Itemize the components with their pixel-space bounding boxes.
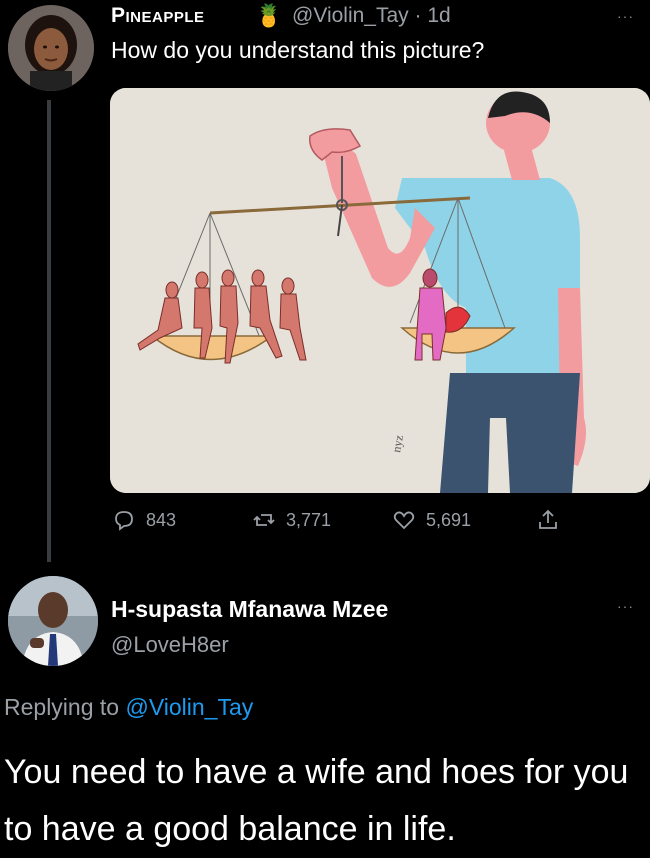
tweet-actions: 843 3,771 5,691 <box>110 508 610 540</box>
author-handle-time[interactable]: @Violin_Tay · 1d <box>292 4 451 28</box>
replying-to-label: Replying to <box>4 694 126 720</box>
pineapple-emoji-icon: 🍍 <box>255 3 283 28</box>
more-options-icon[interactable]: ··· <box>617 8 634 24</box>
like-count: 5,691 <box>426 509 472 530</box>
retweet-button[interactable]: 3,771 <box>252 508 331 532</box>
share-button[interactable] <box>536 508 560 532</box>
reply-count: 843 <box>146 509 177 530</box>
share-icon <box>539 509 557 529</box>
reply-more-options-icon[interactable]: ··· <box>617 598 634 614</box>
heart-icon <box>393 511 415 530</box>
replying-to-link[interactable]: @Violin_Tay <box>125 694 253 720</box>
retweet-count: 3,771 <box>286 509 332 530</box>
reply-author-avatar[interactable] <box>8 576 98 666</box>
comment-icon <box>115 511 133 531</box>
artist-signature: nyz <box>389 434 406 453</box>
reply-author-name[interactable]: H-supasta Mfanawa Mzee <box>111 596 388 623</box>
reply-button[interactable]: 843 <box>112 508 176 532</box>
thread-line <box>47 100 51 562</box>
author-avatar[interactable] <box>8 5 94 91</box>
replying-to: Replying to @Violin_Tay <box>4 694 253 721</box>
retweet-icon <box>253 514 275 526</box>
tweet-image[interactable]: nyz <box>110 88 650 493</box>
tweet-text: How do you understand this picture? <box>111 37 485 63</box>
reply-text: You need to have a wife and hoes for you… <box>4 753 629 848</box>
like-button[interactable]: 5,691 <box>392 508 471 532</box>
reply-author-handle[interactable]: @LoveH8er <box>111 632 229 658</box>
author-name[interactable]: Pineapple <box>111 4 205 28</box>
